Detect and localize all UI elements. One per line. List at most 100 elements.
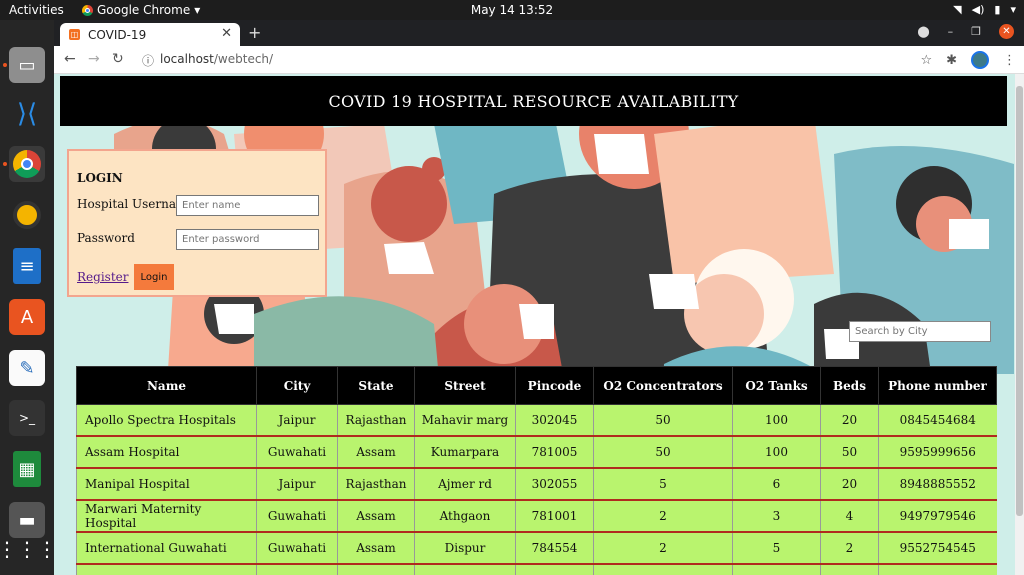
activities-button[interactable]: Activities: [9, 3, 64, 17]
running-indicator: [3, 162, 7, 166]
url-bar[interactable]: localhost/webtech/: [160, 52, 273, 66]
vscode-icon[interactable]: ⟩⟨: [9, 96, 45, 132]
login-button[interactable]: Login: [134, 264, 174, 290]
minimize-button[interactable]: –: [948, 25, 954, 38]
software-center-icon[interactable]: A: [9, 299, 45, 335]
cell-city: Jaipur: [256, 404, 338, 437]
cell-beds: 5: [820, 564, 879, 575]
cell-street: Ajmer rd: [414, 468, 516, 501]
cell-pincode: 781005: [515, 436, 594, 469]
cell-phone: 9595955566: [878, 564, 997, 575]
login-title: LOGIN: [77, 171, 123, 185]
cell-name: Assam Hospital: [76, 436, 257, 469]
cell-o2-tanks: 5: [732, 532, 821, 565]
web-page: COVID 19 HOSPITAL RESOURCE AVAILABILITY …: [54, 74, 1015, 575]
cell-o2-concentrators: 2: [593, 532, 733, 565]
cell-city: Guwahati: [256, 532, 338, 565]
star-icon[interactable]: ☆: [920, 53, 932, 68]
writer-icon[interactable]: ≡: [13, 248, 41, 284]
cell-street: Athgaon: [414, 500, 516, 533]
favicon-icon: ◫: [69, 29, 80, 40]
tab-search-icon[interactable]: ⬤: [917, 25, 929, 38]
text-editor-icon[interactable]: ✎: [9, 350, 45, 386]
system-tray[interactable]: ◥ ◀) ▮ ▾: [953, 3, 1016, 16]
cell-state: Delhi: [337, 564, 415, 575]
cell-pincode: 302055: [515, 468, 594, 501]
back-arrow-icon[interactable]: ←: [64, 51, 76, 67]
extensions-icon[interactable]: ✱: [946, 53, 957, 68]
info-icon[interactable]: ⓘ: [142, 52, 154, 69]
chrome-icon: [82, 4, 93, 16]
cell-name: Metro Hospital: [76, 564, 257, 575]
browser-tab[interactable]: ◫ COVID-19 ✕: [60, 23, 240, 46]
caret-down-icon: ▾: [1010, 3, 1016, 16]
table-row: Apollo Spectra Hospitals Jaipur Rajastha…: [76, 404, 997, 437]
cell-pincode: 784554: [515, 532, 594, 565]
forward-arrow-icon[interactable]: →: [88, 51, 100, 67]
column-header: State: [337, 366, 415, 405]
table-row: Manipal Hospital Jaipur Rajasthan Ajmer …: [76, 468, 997, 501]
close-window-button[interactable]: ✕: [999, 24, 1014, 39]
cell-o2-concentrators: 5: [593, 468, 733, 501]
column-header: Name: [76, 366, 257, 405]
wifi-icon: ◥: [953, 3, 962, 16]
register-link[interactable]: Register: [77, 270, 128, 284]
cell-city: New Delhi: [256, 564, 338, 575]
table-row: Metro Hospital New Delhi Delhi Lajpat Na…: [76, 564, 997, 575]
cell-street: Kumarpara: [414, 436, 516, 469]
terminal-icon[interactable]: >_: [9, 400, 45, 436]
cell-street: Lajpat Nagar: [414, 564, 516, 575]
cell-o2-tanks: 100: [732, 404, 821, 437]
cell-phone: 9552754545: [878, 532, 997, 565]
column-header: O2 Concentrators: [593, 366, 733, 405]
page-title: COVID 19 HOSPITAL RESOURCE AVAILABILITY: [60, 76, 1007, 126]
cell-name: International Guwahati: [76, 532, 257, 565]
cell-state: Rajasthan: [337, 404, 415, 437]
table-row: Marwari Maternity Hospital Guwahati Assa…: [76, 500, 997, 533]
cell-phone: 9595999656: [878, 436, 997, 469]
cell-o2-tanks: 3: [732, 500, 821, 533]
url-host: localhost: [160, 52, 214, 66]
close-tab-icon[interactable]: ✕: [221, 26, 232, 41]
calc-icon[interactable]: ▦: [13, 451, 41, 487]
cell-phone: 0845454684: [878, 404, 997, 437]
column-header: City: [256, 366, 338, 405]
app-menu[interactable]: Google Chrome ▾: [82, 3, 200, 17]
cell-pincode: 302045: [515, 404, 594, 437]
cell-city: Jaipur: [256, 468, 338, 501]
username-input[interactable]: [176, 195, 319, 216]
column-header: O2 Tanks: [732, 366, 821, 405]
avatar[interactable]: [971, 51, 989, 69]
cell-o2-concentrators: 3: [593, 564, 733, 575]
files-icon[interactable]: ▭: [9, 47, 45, 83]
url-path: /webtech/: [213, 52, 274, 66]
address-toolbar: ← → ↻ ⓘ localhost/webtech/ ☆ ✱ ⋮: [54, 46, 1024, 74]
cell-city: Guwahati: [256, 436, 338, 469]
menu-icon[interactable]: ⋮: [1003, 53, 1016, 68]
cell-pincode: 451220: [515, 564, 594, 575]
scrollbar-thumb[interactable]: [1016, 86, 1023, 516]
cell-o2-concentrators: 2: [593, 500, 733, 533]
cell-o2-tanks: 6: [732, 468, 821, 501]
hospital-table: Name City State Street Pincode O2 Concen…: [76, 366, 997, 575]
cell-phone: 9497979546: [878, 500, 997, 533]
tab-title: COVID-19: [88, 28, 147, 42]
cell-phone: 8948885552: [878, 468, 997, 501]
volume-icon: ◀): [971, 3, 985, 16]
column-header: Phone number: [878, 366, 997, 405]
rhythmbox-icon[interactable]: [9, 197, 45, 233]
password-input[interactable]: [176, 229, 319, 250]
system-top-bar: Activities Google Chrome ▾ May 14 13:52 …: [0, 0, 1024, 20]
column-header: Beds: [820, 366, 879, 405]
reload-icon[interactable]: ↻: [112, 51, 124, 67]
chrome-icon[interactable]: [9, 146, 45, 182]
app-menu-label: Google Chrome: [97, 3, 191, 17]
login-panel: LOGIN Hospital Username Password Registe…: [67, 149, 327, 297]
page-scrollbar[interactable]: [1015, 74, 1024, 575]
new-tab-button[interactable]: +: [248, 23, 261, 42]
password-label: Password: [77, 231, 135, 245]
maximize-button[interactable]: ❐: [971, 25, 981, 38]
city-search-input[interactable]: [849, 321, 991, 342]
cell-o2-concentrators: 50: [593, 436, 733, 469]
show-apps-icon[interactable]: ⋮⋮⋮: [0, 531, 57, 567]
